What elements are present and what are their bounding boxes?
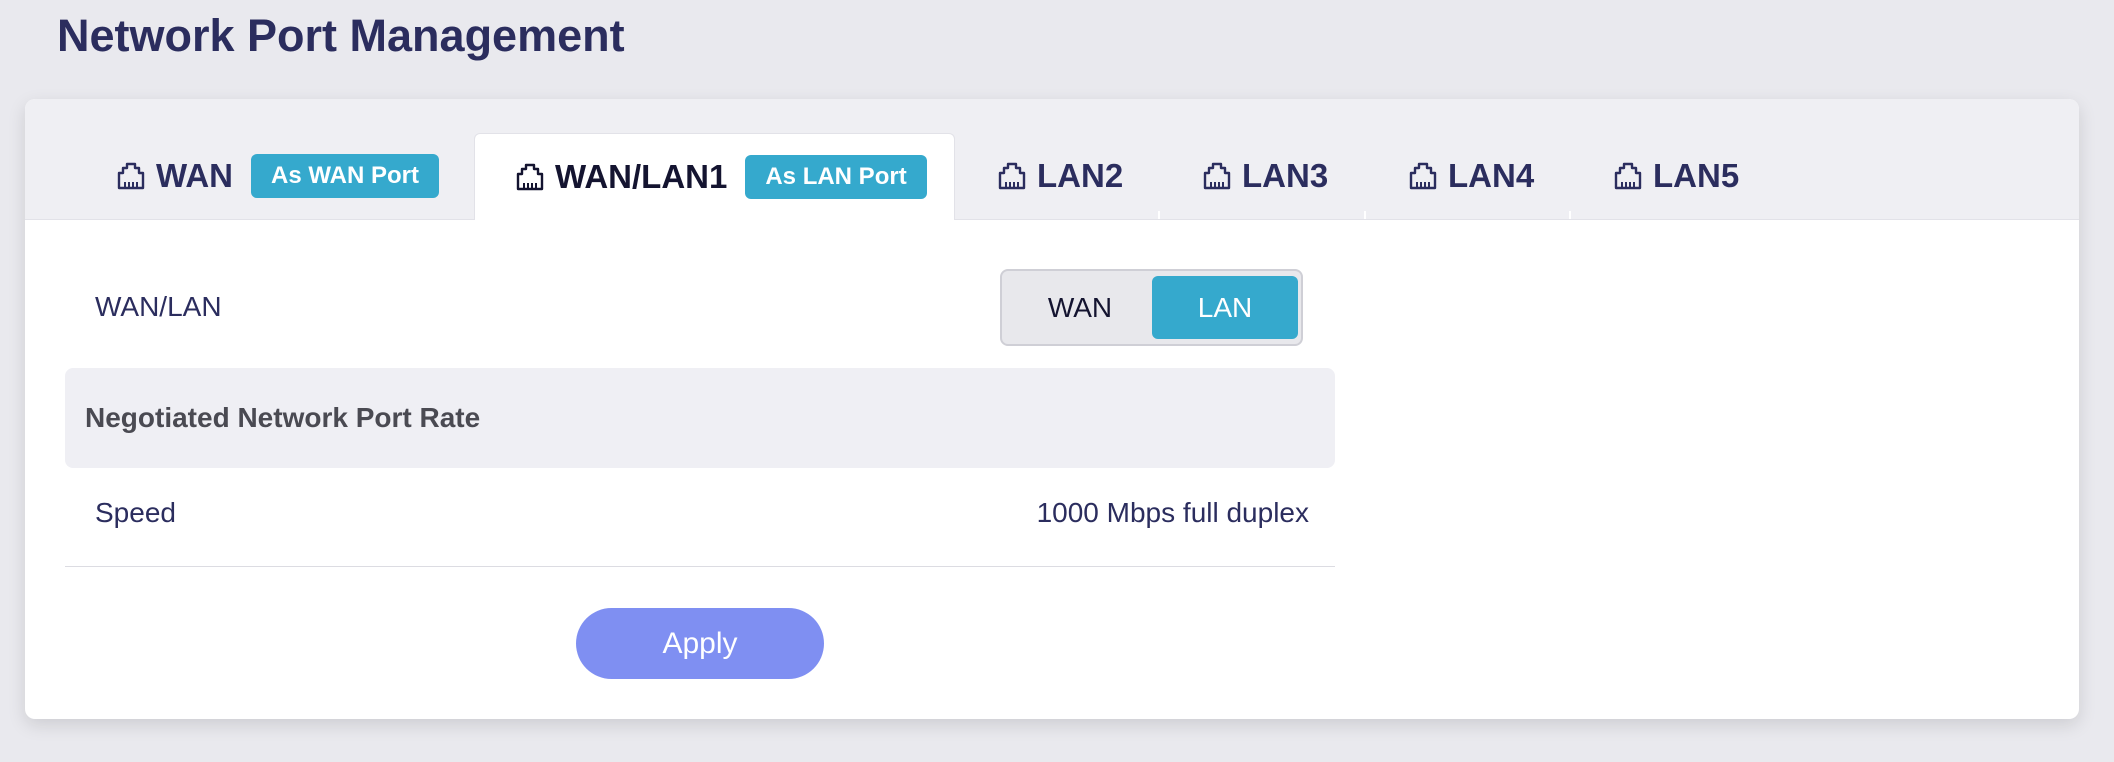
tab-wan[interactable]: WAN As WAN Port [116, 133, 440, 219]
ethernet-port-icon [1613, 161, 1643, 191]
tab-lan2-label: LAN2 [1037, 157, 1124, 194]
page-title: Network Port Management [57, 10, 625, 61]
tab-wan-badge: As WAN Port [251, 154, 440, 198]
ethernet-port-icon [1408, 161, 1438, 191]
row-divider [65, 566, 1335, 567]
ethernet-port-icon [515, 162, 545, 192]
mode-option-lan[interactable]: LAN [1152, 276, 1298, 339]
tab-lan4[interactable]: LAN4 [1408, 133, 1534, 219]
tab-wan-lan1-label: WAN/LAN1 [555, 158, 728, 195]
wan-lan-mode-toggle: WAN LAN [1000, 269, 1303, 346]
tab-wan-label: WAN [156, 157, 233, 194]
tab-separator [1158, 211, 1160, 219]
speed-value: 1000 Mbps full duplex [1036, 497, 1309, 528]
ethernet-port-icon [997, 161, 1027, 191]
tab-lan4-label: LAN4 [1448, 157, 1535, 194]
tab-lan2[interactable]: LAN2 [997, 133, 1123, 219]
tab-lan5[interactable]: LAN5 [1613, 133, 1739, 219]
port-management-card: WAN As WAN Port WAN/LAN1 As LAN Port LAN… [25, 99, 2079, 719]
tab-lan3-label: LAN3 [1242, 157, 1329, 194]
rate-section-header: Negotiated Network Port Rate [65, 368, 1335, 468]
ethernet-port-icon [1202, 161, 1232, 191]
apply-button[interactable]: Apply [576, 608, 824, 679]
tab-lan5-label: LAN5 [1653, 157, 1740, 194]
port-tab-strip: WAN As WAN Port WAN/LAN1 As LAN Port LAN… [25, 99, 2079, 220]
tab-wan-lan1[interactable]: WAN/LAN1 As LAN Port [474, 133, 955, 220]
ethernet-port-icon [116, 161, 146, 191]
tab-separator [1364, 211, 1366, 219]
speed-label: Speed [95, 497, 176, 528]
tab-separator [1569, 211, 1571, 219]
rate-section-title: Negotiated Network Port Rate [85, 402, 481, 433]
tab-lan3[interactable]: LAN3 [1202, 133, 1328, 219]
mode-option-wan[interactable]: WAN [1007, 276, 1153, 339]
tab-wan-lan1-badge: As LAN Port [745, 155, 927, 199]
wan-lan-mode-label: WAN/LAN [95, 291, 222, 322]
